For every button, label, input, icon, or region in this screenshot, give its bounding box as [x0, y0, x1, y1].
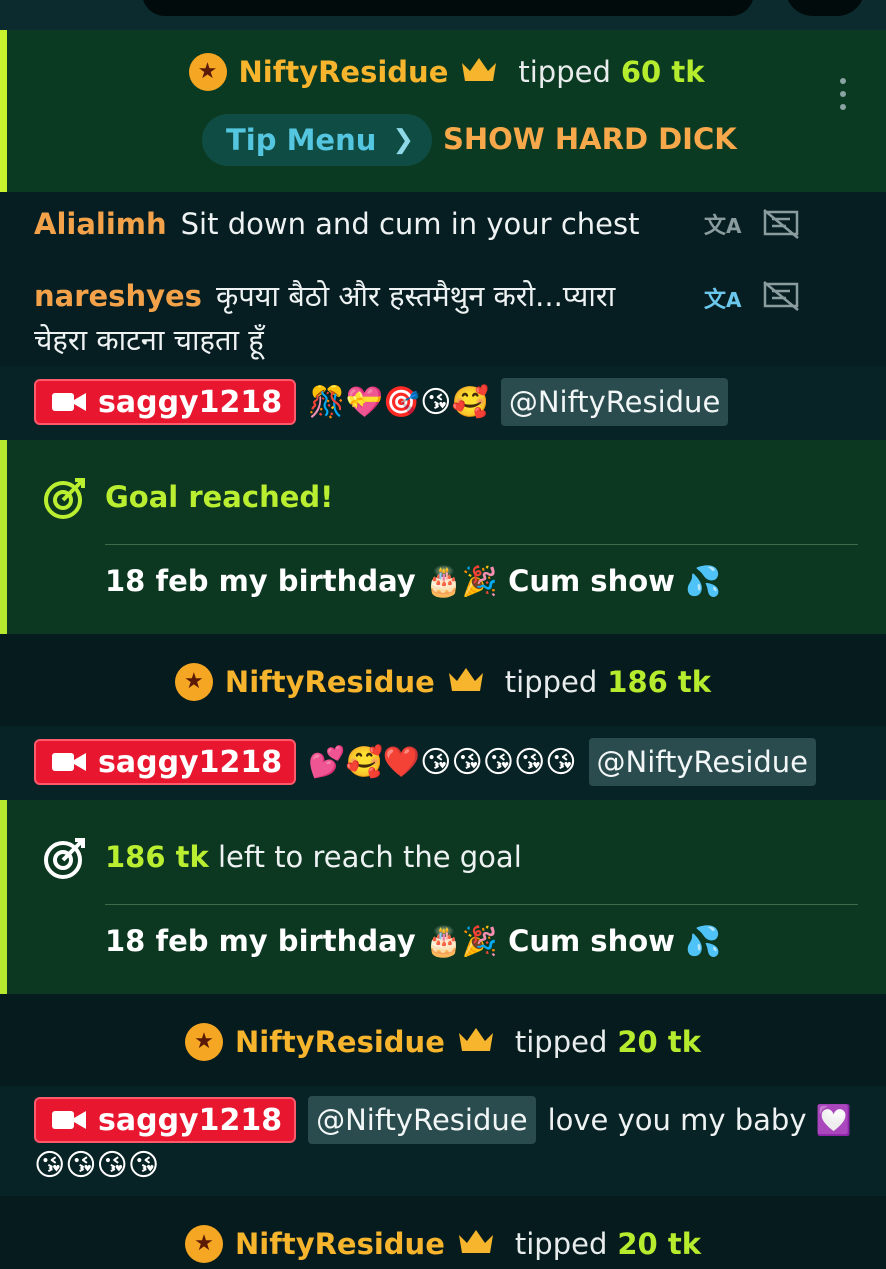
broadcaster-badge[interactable]: saggy1218	[34, 739, 297, 785]
star-icon: ★	[174, 663, 213, 701]
hide-translation-icon[interactable]	[762, 208, 800, 244]
broadcaster-username: saggy1218	[98, 384, 283, 420]
tipper-username[interactable]: NiftyResidue	[225, 665, 435, 699]
tip-event: ★ NiftyResidue tipped 20 tk	[0, 994, 886, 1086]
tip-amount: 186 tk	[607, 665, 712, 699]
hide-translation-icon[interactable]	[762, 280, 800, 316]
translate-icon[interactable]: 文A	[704, 208, 742, 240]
broadcaster-badge[interactable]: saggy1218	[34, 1097, 297, 1143]
star-icon: ★	[188, 53, 227, 91]
tip-action: tipped	[514, 1227, 608, 1261]
translate-icon[interactable]: 文A	[704, 282, 742, 314]
broadcaster-badge[interactable]: saggy1218	[34, 379, 297, 425]
goal-reached-event: Goal reached! 18 feb my birthday 🎂🎉 Cum …	[0, 440, 886, 634]
chat-text-line-2: चेहरा काटना चाहता हूँ	[34, 323, 264, 357]
video-camera-icon	[52, 1111, 86, 1129]
broadcaster-username: saggy1218	[98, 1102, 283, 1138]
tip-line: ★ NiftyResidue tipped 20 tk	[0, 1020, 886, 1064]
tip-event: ★ NiftyResidue tipped 186 tk	[0, 634, 886, 726]
crown-icon	[447, 665, 485, 700]
tip-action: tipped	[514, 1025, 608, 1059]
broadcaster-message: saggy1218 💕🥰❤️😘😘😘😘😘 @NiftyResidue	[0, 726, 886, 800]
video-camera-icon	[52, 753, 86, 771]
more-vertical-icon[interactable]	[840, 78, 846, 117]
crown-icon	[460, 55, 498, 90]
chevron-right-icon: ❯	[392, 125, 415, 155]
chat-text: Sit down and cum in your chest	[180, 207, 640, 241]
tip-line: ★ NiftyResidue tipped 60 tk	[7, 50, 886, 94]
tip-menu-button[interactable]: Tip Menu ❯	[202, 114, 433, 166]
tip-amount: 60 tk	[620, 55, 705, 89]
goal-remaining-label: left to reach the goal	[218, 840, 522, 874]
tip-menu-item: SHOW HARD DICK	[443, 122, 737, 156]
tip-amount: 20 tk	[617, 1025, 701, 1059]
broadcaster-message: saggy1218 @NiftyResidue love you my baby…	[0, 1086, 886, 1196]
goal-divider	[105, 544, 858, 545]
goal-target-icon	[43, 476, 87, 524]
broadcaster-line: saggy1218 @NiftyResidue love you my baby…	[34, 1096, 852, 1144]
tip-line: ★ NiftyResidue tipped 20 tk	[0, 1222, 886, 1266]
chat-message: nareshyes कृपया बैठो और हस्तमैथुन करो...प…	[0, 254, 886, 366]
goal-description: 18 feb my birthday 🎂🎉 Cum show 💦	[105, 924, 722, 958]
mention-chip[interactable]: @NiftyResidue	[588, 738, 817, 786]
tip-action: tipped	[504, 665, 598, 699]
goal-remaining-amount: 186 tk	[105, 840, 209, 874]
tip-event: ★ NiftyResidue tipped 20 tk	[0, 1196, 886, 1269]
tip-menu-label: Tip Menu	[226, 123, 377, 157]
mention-chip[interactable]: @NiftyResidue	[308, 1096, 536, 1144]
chat-text-line: nareshyes कृपया बैठो और हस्तमैथुन करो...प…	[34, 276, 615, 316]
goal-progress-event: 186 tk left to reach the goal 18 feb my …	[0, 800, 886, 994]
chat-username[interactable]: nareshyes	[34, 279, 202, 313]
message-emojis: 🎊💝🎯😘🥰	[308, 384, 489, 420]
video-camera-icon	[52, 393, 86, 411]
broadcaster-line: saggy1218 🎊💝🎯😘🥰 @NiftyResidue	[34, 378, 729, 426]
broadcaster-message: saggy1218 🎊💝🎯😘🥰 @NiftyResidue	[0, 366, 886, 440]
goal-progress-text: 186 tk left to reach the goal	[105, 840, 522, 874]
chat-username[interactable]: Alialimh	[34, 207, 167, 241]
goal-title: Goal reached!	[105, 480, 334, 514]
tip-action: tipped	[518, 55, 611, 89]
send-button[interactable]	[785, 0, 865, 16]
chat-message: Alialimh Sit down and cum in your chest 文…	[0, 192, 886, 254]
message-emojis: 💕🥰❤️😘😘😘😘😘	[308, 744, 577, 780]
tip-line: ★ NiftyResidue tipped 186 tk	[0, 660, 886, 704]
mention-chip[interactable]: @NiftyResidue	[500, 378, 729, 426]
tip-menu-event: ★ NiftyResidue tipped 60 tk Tip Menu ❯ S…	[0, 30, 886, 192]
star-icon: ★	[185, 1225, 223, 1263]
tipper-username[interactable]: NiftyResidue	[239, 55, 449, 89]
broadcaster-line: saggy1218 💕🥰❤️😘😘😘😘😘 @NiftyResidue	[34, 738, 817, 786]
crown-icon	[457, 1025, 495, 1060]
tip-amount: 20 tk	[617, 1227, 701, 1261]
chat-input-pill[interactable]	[142, 0, 754, 16]
tipper-username[interactable]: NiftyResidue	[235, 1227, 445, 1261]
goal-description: 18 feb my birthday 🎂🎉 Cum show 💦	[105, 564, 722, 598]
goal-divider	[105, 904, 858, 905]
top-bar	[0, 0, 886, 30]
chat-text: कृपया बैठो और हस्तमैथुन करो...प्यारा	[215, 279, 616, 313]
chat-text-line: Alialimh Sit down and cum in your chest	[34, 204, 639, 244]
tipper-username[interactable]: NiftyResidue	[235, 1025, 445, 1059]
broadcaster-username: saggy1218	[98, 744, 283, 780]
goal-target-icon	[43, 836, 87, 884]
message-text: love you my baby 💟	[547, 1102, 852, 1137]
message-emojis: 😘😘😘😘	[34, 1148, 160, 1183]
star-icon: ★	[185, 1023, 223, 1061]
crown-icon	[457, 1227, 495, 1262]
